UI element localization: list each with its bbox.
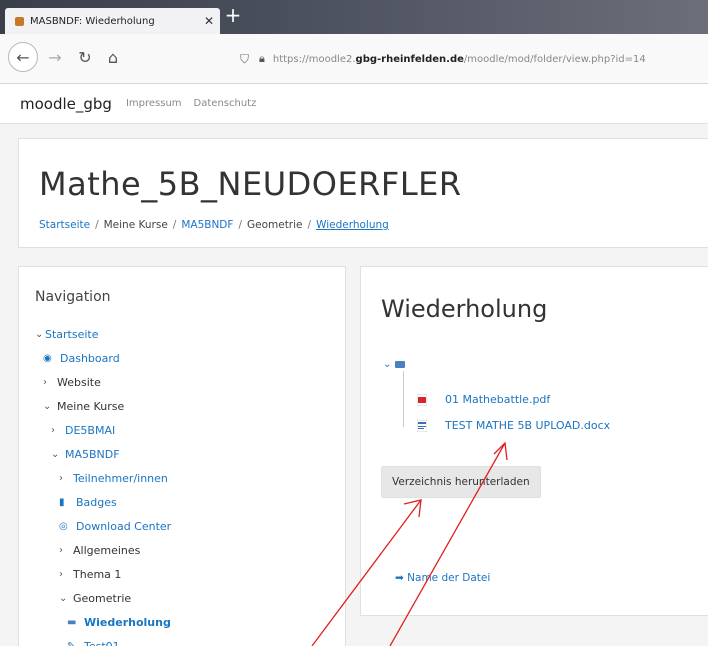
navigation-block: Navigation ⌄ Startseite ◉ Dashboard › Websi… (18, 266, 346, 646)
chevron-down-icon: ⌄ (43, 401, 52, 412)
breadcrumb-meine-kurse: Meine Kurse (103, 219, 168, 231)
browser-tab[interactable]: MASBNDF: Wiederholung ✕ (5, 8, 220, 34)
tab-title: MASBNDF: Wiederholung (30, 15, 155, 27)
chevron-right-icon: › (51, 425, 55, 436)
browser-toolbar: ← → ↻ ⌂ ⛉ 🔒︎ https://moodle2. gbg-rheinfe… (0, 34, 708, 84)
breadcrumb-section: Geometrie (246, 219, 303, 231)
nav-item-allgemeines[interactable]: › Allgemeines (35, 539, 171, 563)
navigation-tree: ⌄ Startseite ◉ Dashboard › Website ⌄ Meine K… (35, 323, 171, 646)
site-header: moodle_gbg Impressum Datenschutz (0, 84, 708, 124)
docx-icon (417, 419, 427, 432)
breadcrumb: Startseite / Meine Kurse / MA5BNDF / Geometrie… (39, 219, 389, 231)
quiz-icon: ✎ (67, 635, 79, 646)
file-link-pdf[interactable]: 01 Mathebattle.pdf (445, 393, 550, 406)
breadcrumb-startseite[interactable]: Startseite (39, 219, 90, 231)
folder-root[interactable]: ⌄ (383, 359, 406, 370)
sort-by-name[interactable]: ➡ Name der Datei (395, 572, 490, 584)
chevron-right-icon: › (43, 377, 47, 388)
file-item[interactable]: TEST MATHE 5B UPLOAD.docx (417, 419, 610, 432)
chevron-down-icon: ⌄ (51, 449, 60, 460)
reload-icon[interactable]: ↻ (70, 42, 100, 72)
url-prefix: https://moodle2. (272, 53, 356, 65)
nav-item-test01[interactable]: ✎Test01 (35, 635, 171, 646)
folder-title: Wiederholung (381, 295, 548, 323)
nav-item-wiederholung[interactable]: ▬ Wiederholung (35, 611, 171, 635)
chevron-right-icon: › (59, 545, 63, 556)
folder-icon: ▬ (67, 617, 77, 628)
file-link-docx[interactable]: TEST MATHE 5B UPLOAD.docx (445, 419, 610, 432)
file-item[interactable]: 01 Mathebattle.pdf (417, 393, 550, 406)
nav-item-badges[interactable]: ▮ Badges (35, 491, 171, 515)
course-header: Mathe_5B_NEUDOERFLER Startseite / Meine Ku… (18, 138, 708, 248)
chevron-down-icon[interactable]: ⌄ (383, 359, 391, 370)
browser-tab-bar: MASBNDF: Wiederholung ✕ + (0, 0, 708, 34)
shield-icon[interactable]: ⛉ (240, 52, 249, 67)
navigation-title: Navigation (35, 289, 111, 305)
sort-label[interactable]: Name der Datei (407, 572, 490, 584)
url-suffix: /moodle/mod/folder/view.php?id=14 (463, 53, 646, 65)
site-brand[interactable]: moodle_gbg (20, 95, 112, 113)
chevron-right-icon: › (59, 473, 63, 484)
nav-item-dashboard[interactable]: ◉ Dashboard (35, 347, 171, 371)
chevron-down-icon: ⌄ (59, 593, 68, 604)
nav-item-ma5bndf[interactable]: ⌄ MA5BNDF (35, 443, 171, 467)
impressum-link[interactable]: Impressum (126, 98, 182, 109)
chevron-down-icon: ⌄ (35, 329, 44, 340)
home-icon[interactable]: ⌂ (98, 42, 128, 72)
badge-icon: ▮ (59, 497, 65, 508)
back-arrow-icon[interactable]: ← (8, 42, 38, 72)
nav-item-de5bmai[interactable]: › DE5BMAI (35, 419, 171, 443)
nav-item-teilnehmer[interactable]: › Teilnehmer/innen (35, 467, 171, 491)
new-tab-button[interactable]: + (222, 4, 244, 28)
url-bar[interactable]: ⛉ 🔒︎ https://moodle2. gbg-rheinfelden.de /… (240, 46, 708, 72)
dashboard-icon: ◉ (43, 353, 52, 364)
breadcrumb-course[interactable]: MA5BNDF (181, 219, 233, 231)
breadcrumb-current[interactable]: Wiederholung (316, 219, 389, 231)
pdf-icon (417, 393, 427, 406)
forward-arrow-icon[interactable]: → (40, 42, 70, 72)
nav-item-geometrie[interactable]: ⌄ Geometrie (35, 587, 171, 611)
folder-icon (395, 361, 406, 368)
nav-item-meine-kurse[interactable]: ⌄ Meine Kurse (35, 395, 171, 419)
nav-item-startseite[interactable]: ⌄ Startseite (35, 323, 171, 347)
nav-item-download-center[interactable]: ◎ Download Center (35, 515, 171, 539)
datenschutz-link[interactable]: Datenschutz (194, 98, 257, 109)
lock-icon[interactable]: 🔒︎ (259, 52, 265, 66)
download-folder-button[interactable]: Verzeichnis herunterladen (381, 466, 541, 498)
course-title: Mathe_5B_NEUDOERFLER (39, 165, 462, 203)
download-icon: ◎ (59, 521, 68, 532)
url-domain: gbg-rheinfelden.de (355, 53, 464, 65)
close-tab-icon[interactable]: ✕ (198, 14, 220, 28)
chevron-right-icon: › (59, 569, 63, 580)
tree-connector (403, 371, 404, 427)
arrow-right-icon: ➡ (395, 572, 404, 584)
moodle-favicon-icon (15, 16, 24, 26)
nav-item-thema1[interactable]: › Thema 1 (35, 563, 171, 587)
nav-item-website[interactable]: › Website (35, 371, 171, 395)
folder-content: Wiederholung ⌄ 01 Mathebattle.pdf TEST M… (360, 266, 708, 616)
